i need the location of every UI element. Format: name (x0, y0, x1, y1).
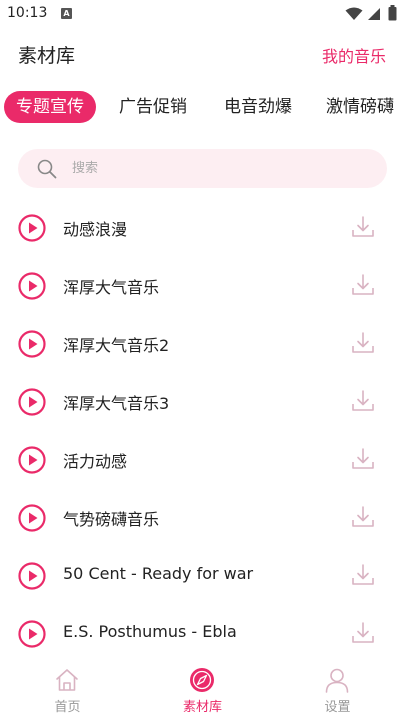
nav-home-label: 首页 (54, 700, 81, 715)
battery-icon (388, 5, 397, 21)
download-icon[interactable] (351, 273, 375, 297)
list-item[interactable]: 浑厚大气音乐 (0, 257, 405, 315)
signal-icon (368, 8, 380, 20)
list-item[interactable]: 浑厚大气音乐2 (0, 315, 405, 373)
list-item[interactable]: 浑厚大气音乐3 (0, 373, 405, 431)
download-icon[interactable] (351, 621, 375, 645)
download-icon[interactable] (351, 331, 375, 355)
play-icon[interactable] (18, 446, 46, 474)
home-icon (56, 669, 78, 691)
category-tabs: 专题宣传 广告促销 电音劲爆 激情磅礴 (0, 91, 405, 125)
wifi-icon (345, 7, 363, 20)
search-icon (37, 159, 57, 179)
play-icon[interactable] (18, 272, 46, 300)
nav-settings-label: 设置 (324, 700, 351, 715)
list-item[interactable]: 活力动感 (0, 431, 405, 489)
nav-library-label: 素材库 (182, 700, 222, 715)
tab-专题宣传[interactable]: 专题宣传 (4, 91, 96, 123)
track-title: 活力动感 (63, 452, 128, 471)
track-list: 动感浪漫 浑厚大气音乐 浑厚大气音乐2 浑厚大气音乐3 活力动感 气势磅礴音乐 … (0, 199, 405, 661)
download-icon[interactable] (351, 505, 375, 529)
my-music-link[interactable]: 我的音乐 (322, 43, 386, 67)
nav-library[interactable]: 素材库 (135, 660, 270, 720)
search-bar (18, 149, 387, 188)
track-title: 浑厚大气音乐3 (63, 394, 170, 413)
bottom-navigation: 首页 素材库 设置 (0, 660, 405, 720)
track-title: 浑厚大气音乐 (63, 278, 160, 297)
play-icon[interactable] (18, 330, 46, 358)
track-title: 气势磅礴音乐 (63, 510, 160, 529)
track-title: 浑厚大气音乐2 (63, 336, 170, 355)
track-title: E.S. Posthumus - Ebla (63, 622, 237, 641)
compass-icon (190, 668, 214, 692)
play-icon[interactable] (18, 504, 46, 532)
nav-settings[interactable]: 设置 (270, 660, 405, 720)
search-input[interactable] (72, 149, 362, 188)
tab-激情磅礴[interactable]: 激情磅礴 (326, 91, 394, 123)
download-icon[interactable] (351, 389, 375, 413)
status-time: 10:13 (7, 5, 48, 21)
track-title: 动感浪漫 (63, 220, 128, 239)
list-item[interactable]: E.S. Posthumus - Ebla (0, 605, 405, 661)
play-icon[interactable] (18, 562, 46, 590)
track-title: 50 Cent - Ready for war (63, 564, 254, 583)
list-item[interactable]: 动感浪漫 (0, 199, 405, 257)
download-icon[interactable] (351, 215, 375, 239)
status-bar: 10:13 A (0, 0, 405, 28)
page-title: 素材库 (18, 45, 76, 67)
tab-广告促销[interactable]: 广告促销 (119, 91, 187, 123)
list-item[interactable]: 50 Cent - Ready for war (0, 547, 405, 605)
tab-电音劲爆[interactable]: 电音劲爆 (224, 91, 292, 123)
app-screen: 10:13 A 素材库 我的音乐 专题宣传 广告促销 电音劲爆 激情磅礴 搜索 … (0, 0, 405, 720)
play-icon[interactable] (18, 388, 46, 416)
play-icon[interactable] (18, 214, 46, 242)
nav-home[interactable]: 首页 (0, 660, 135, 720)
list-item[interactable]: 气势磅礴音乐 (0, 489, 405, 547)
notification-icon: A (61, 8, 72, 19)
user-icon (325, 668, 349, 693)
download-icon[interactable] (351, 447, 375, 471)
download-icon[interactable] (351, 563, 375, 587)
play-icon[interactable] (18, 620, 46, 648)
